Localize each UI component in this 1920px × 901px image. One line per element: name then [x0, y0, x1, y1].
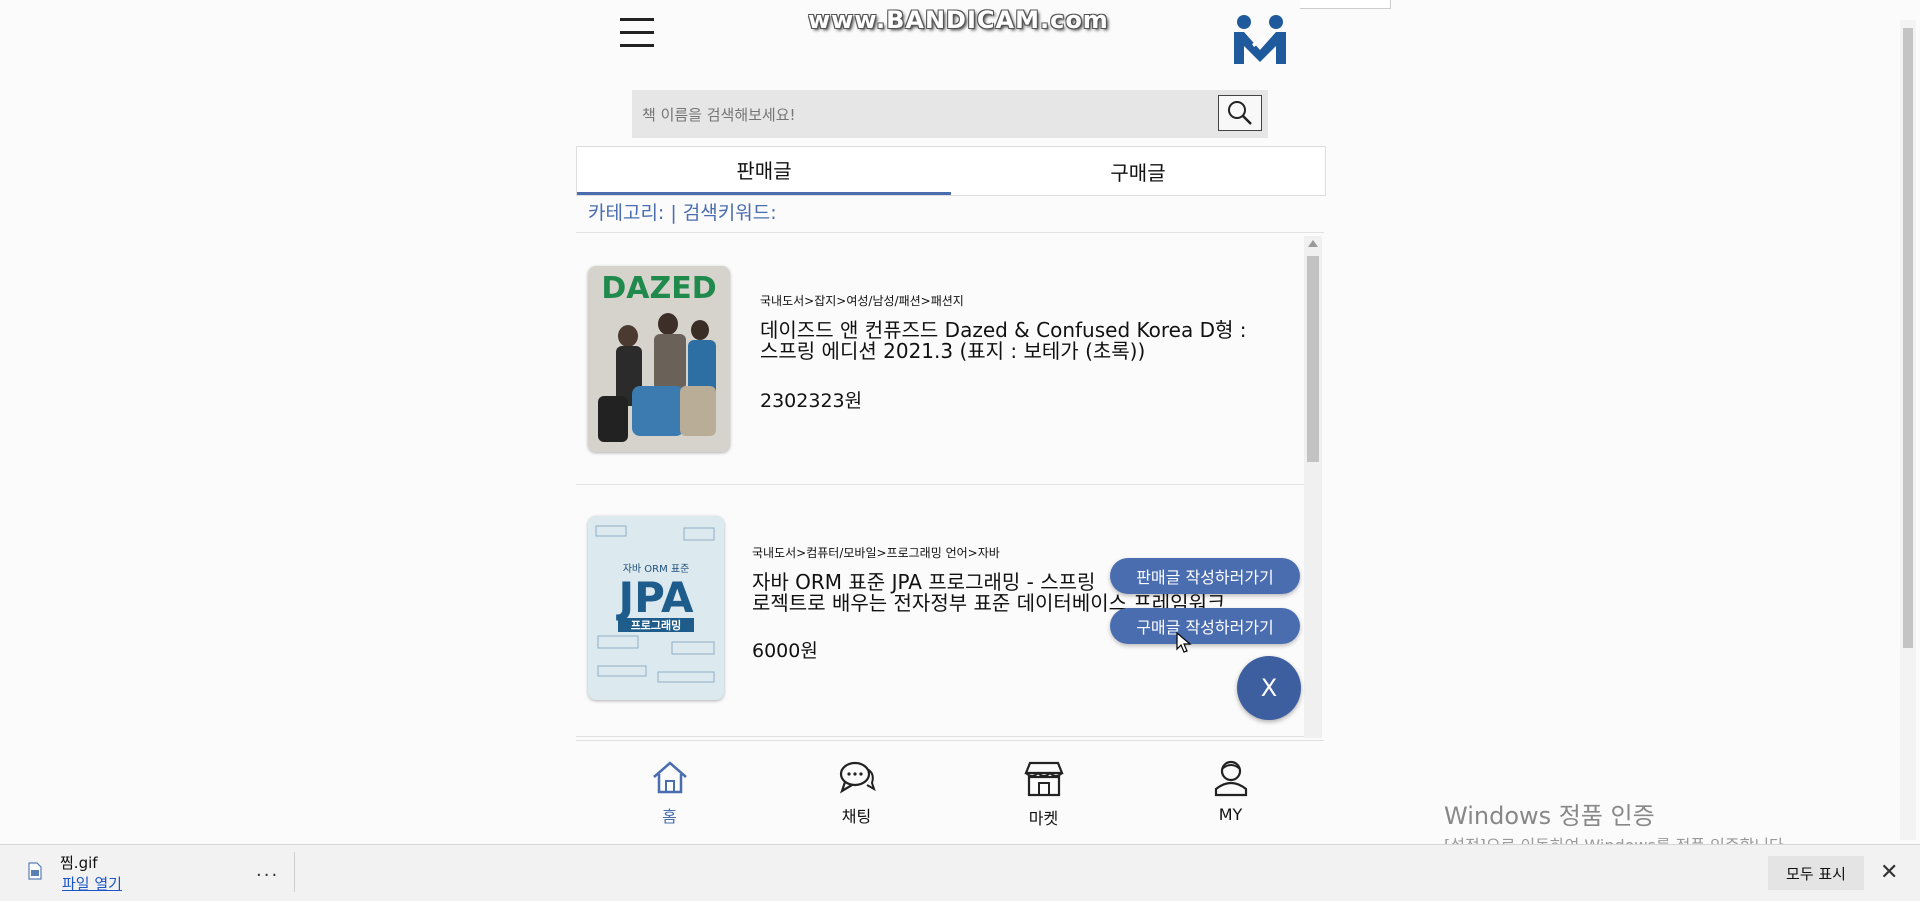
nav-market[interactable]: 마켓	[950, 741, 1137, 837]
bottom-nav: 홈 채팅 마켓 MY	[576, 740, 1324, 837]
book-title-line1: 데이즈드 앤 컨퓨즈드 Dazed & Confused Korea D형 :	[760, 318, 1247, 342]
book-cover: 자바 ORM 표준 JPA 프로그래밍	[588, 516, 724, 700]
book-price: 2302323원	[760, 390, 863, 412]
page-scrollbar-thumb[interactable]	[1903, 28, 1913, 648]
book-cover: DAZED	[588, 266, 730, 452]
divider	[576, 484, 1304, 485]
windows-activation-title: Windows 정품 인증	[1444, 802, 1655, 830]
book-title-line1: 자바 ORM 표준 JPA 프로그래밍 - 스프링	[752, 570, 1096, 594]
nav-chat-label: 채팅	[841, 807, 872, 826]
home-icon	[652, 761, 687, 794]
download-more-button[interactable]: ...	[256, 860, 279, 881]
show-all-button[interactable]: 모두 표시	[1768, 856, 1864, 890]
chat-icon	[839, 761, 876, 794]
list-item[interactable]: DAZED 국내도서>잡지>여성/남성/패션>패션지 데이즈드 앤 컨퓨즈드 D…	[576, 264, 1304, 484]
page-scrollbar[interactable]	[1900, 20, 1916, 840]
store-icon	[1023, 761, 1064, 797]
filter-status: 카테고리: | 검색키워드:	[588, 202, 777, 224]
book-price: 6000원	[752, 640, 818, 662]
hamburger-icon[interactable]	[620, 18, 654, 54]
nav-my[interactable]: MY	[1137, 741, 1324, 837]
scroll-up-arrow-icon[interactable]	[1308, 240, 1318, 247]
cover-title-text: JPA	[615, 573, 694, 622]
tab-sell[interactable]: 판매글	[577, 147, 951, 195]
nav-home-label: 홈	[662, 807, 677, 826]
cover-subtitle-text: 프로그래밍	[631, 618, 682, 632]
book-title-line2: 스프링 에디션 2021.3 (표지 : 보테가 (초록))	[760, 339, 1146, 363]
nav-chat[interactable]: 채팅	[763, 741, 950, 837]
list-scrollbar[interactable]	[1304, 236, 1322, 738]
search-input[interactable]	[640, 98, 1204, 132]
window-edge	[1300, 0, 1391, 9]
fab-close-button[interactable]: X	[1237, 656, 1301, 720]
file-icon	[28, 862, 42, 880]
download-separator	[294, 852, 295, 892]
search-button[interactable]	[1218, 95, 1262, 131]
download-file-name: 찜.gif	[60, 854, 98, 872]
app-logo-icon[interactable]	[1230, 14, 1290, 70]
nav-my-label: MY	[1218, 805, 1243, 824]
write-sell-post-button[interactable]: 판매글 작성하러가기	[1110, 558, 1300, 594]
mouse-cursor-icon	[1176, 632, 1192, 653]
search-icon	[1228, 101, 1252, 125]
close-download-bar-icon[interactable]: ✕	[1880, 860, 1898, 885]
recorder-watermark: www.BANDICAM.com	[808, 6, 1109, 34]
write-buy-post-button[interactable]: 구매글 작성하러가기	[1110, 608, 1300, 644]
open-file-link[interactable]: 파일 열기	[62, 873, 122, 894]
tab-buy[interactable]: 구매글	[951, 147, 1325, 195]
user-icon	[1214, 760, 1247, 797]
tab-bar: 판매글 구매글	[576, 146, 1326, 196]
divider	[576, 736, 1304, 737]
category-path: 국내도서>컴퓨터/모바일>프로그래밍 언어>자바	[752, 546, 1000, 560]
nav-market-label: 마켓	[1028, 809, 1059, 828]
download-bar	[0, 844, 1920, 901]
cover-title-text: DAZED	[601, 271, 716, 306]
scrollbar-thumb[interactable]	[1307, 256, 1319, 462]
category-path: 국내도서>잡지>여성/남성/패션>패션지	[760, 294, 964, 308]
nav-home[interactable]: 홈	[576, 741, 763, 837]
